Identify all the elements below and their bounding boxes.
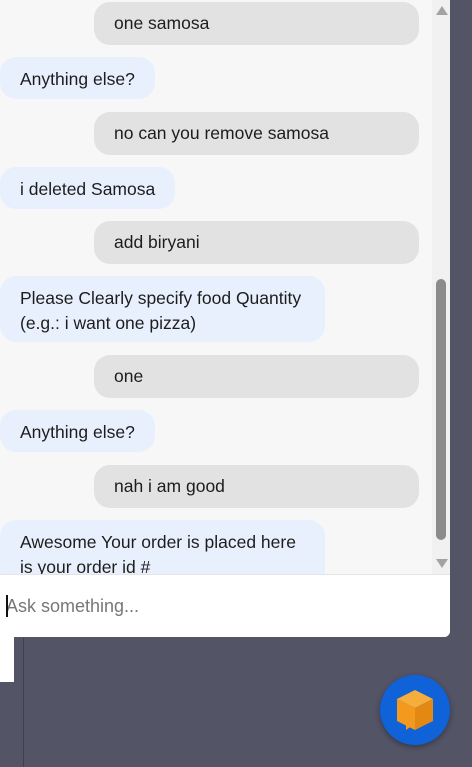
bot-message: Awesome Your order is placed here is you… xyxy=(0,520,325,574)
scroll-up-arrow-icon[interactable] xyxy=(436,6,448,15)
user-message: nah i am good xyxy=(94,465,419,508)
page: one samosa Anything else? no can you rem… xyxy=(0,0,472,767)
chat-cube-icon xyxy=(397,690,433,730)
bot-message: i deleted Samosa xyxy=(0,167,176,209)
scroll-thumb[interactable] xyxy=(436,279,446,540)
chat-window: one samosa Anything else? no can you rem… xyxy=(0,0,450,637)
message-list[interactable]: one samosa Anything else? no can you rem… xyxy=(0,0,432,574)
ask-input[interactable] xyxy=(6,587,436,625)
user-message: one xyxy=(94,355,419,398)
user-message: one samosa xyxy=(94,2,419,45)
user-message: add biryani xyxy=(94,221,419,264)
background-panel-edge xyxy=(0,630,14,682)
scroll-down-arrow-icon[interactable] xyxy=(436,559,448,568)
message-scrollbar[interactable] xyxy=(432,0,450,574)
bot-message: Anything else? xyxy=(0,410,155,452)
user-message: no can you remove samosa xyxy=(94,112,419,155)
bot-message: Anything else? xyxy=(0,57,155,99)
chat-launcher-button[interactable] xyxy=(380,675,450,745)
bot-message: Please Clearly specify food Quantity (e.… xyxy=(0,276,325,342)
background-divider xyxy=(23,638,24,767)
text-caret xyxy=(6,595,8,617)
chat-input-bar xyxy=(0,574,450,637)
